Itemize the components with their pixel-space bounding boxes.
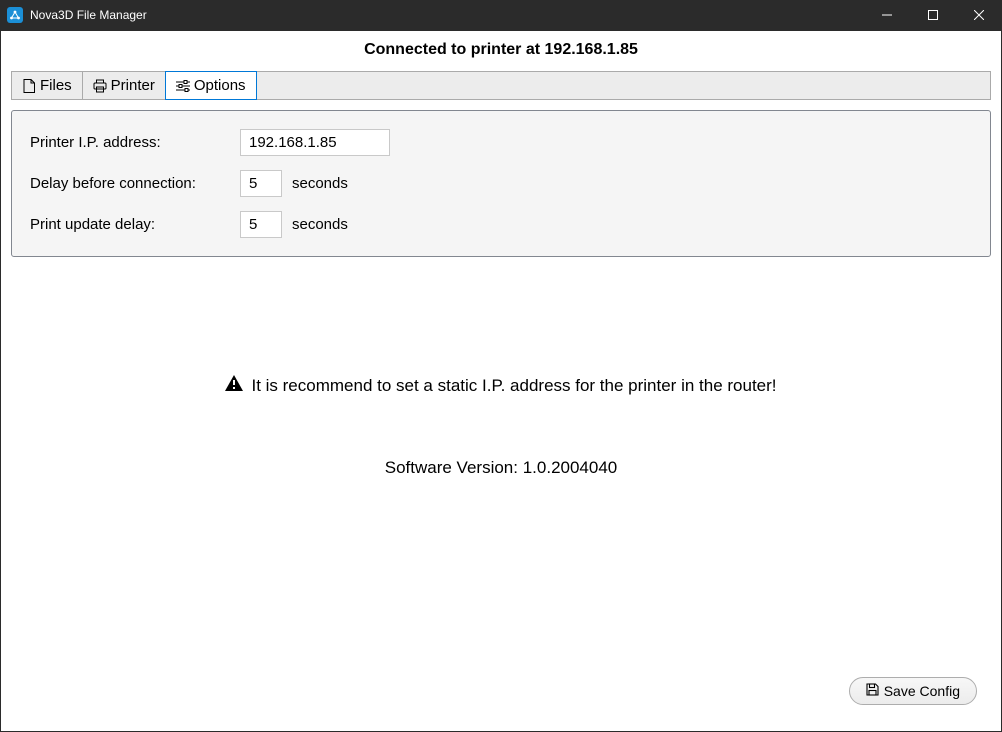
row-delay-conn: Delay before connection: seconds [30,170,972,197]
suffix-seconds: seconds [292,216,348,233]
row-update-delay: Print update delay: seconds [30,211,972,238]
sliders-icon [176,79,190,93]
save-icon [866,683,879,699]
app-icon [7,7,23,23]
file-icon [22,79,36,93]
delay-conn-input[interactable] [240,170,282,197]
suffix-seconds: seconds [292,175,348,192]
row-ip: Printer I.P. address: [30,129,972,156]
window-body: Connected to printer at 192.168.1.85 Fil… [0,30,1002,732]
tab-label: Files [40,77,72,94]
ip-input[interactable] [240,129,390,156]
save-label: Save Config [884,683,960,699]
label-delay-conn: Delay before connection: [30,175,240,192]
version-info: Software Version: 1.0.2004040 [11,458,991,478]
tab-options[interactable]: Options [165,71,257,100]
window-controls [864,0,1002,30]
tabstrip: Files Printer Options [11,71,991,100]
tab-printer[interactable]: Printer [83,72,166,99]
app-title: Nova3D File Manager [30,8,147,22]
warning-message: It is recommend to set a static I.P. add… [225,375,776,396]
tab-label: Printer [111,77,155,94]
info-area: It is recommend to set a static I.P. add… [11,375,991,478]
label-ip: Printer I.P. address: [30,134,240,151]
printer-icon [93,79,107,93]
tab-label: Options [194,77,246,94]
warning-icon [225,375,243,396]
minimize-button[interactable] [864,0,910,30]
options-panel: Printer I.P. address: Delay before conne… [11,110,991,257]
tab-content-options: Printer I.P. address: Delay before conne… [11,110,991,478]
save-config-button[interactable]: Save Config [849,677,977,705]
close-button[interactable] [956,0,1002,30]
update-delay-input[interactable] [240,211,282,238]
footer: Save Config [849,677,977,705]
connection-status: Connected to printer at 192.168.1.85 [1,31,1001,71]
label-update-delay: Print update delay: [30,216,240,233]
titlebar: Nova3D File Manager [0,0,1002,30]
warning-text: It is recommend to set a static I.P. add… [251,376,776,396]
maximize-button[interactable] [910,0,956,30]
tab-files[interactable]: Files [12,72,83,99]
